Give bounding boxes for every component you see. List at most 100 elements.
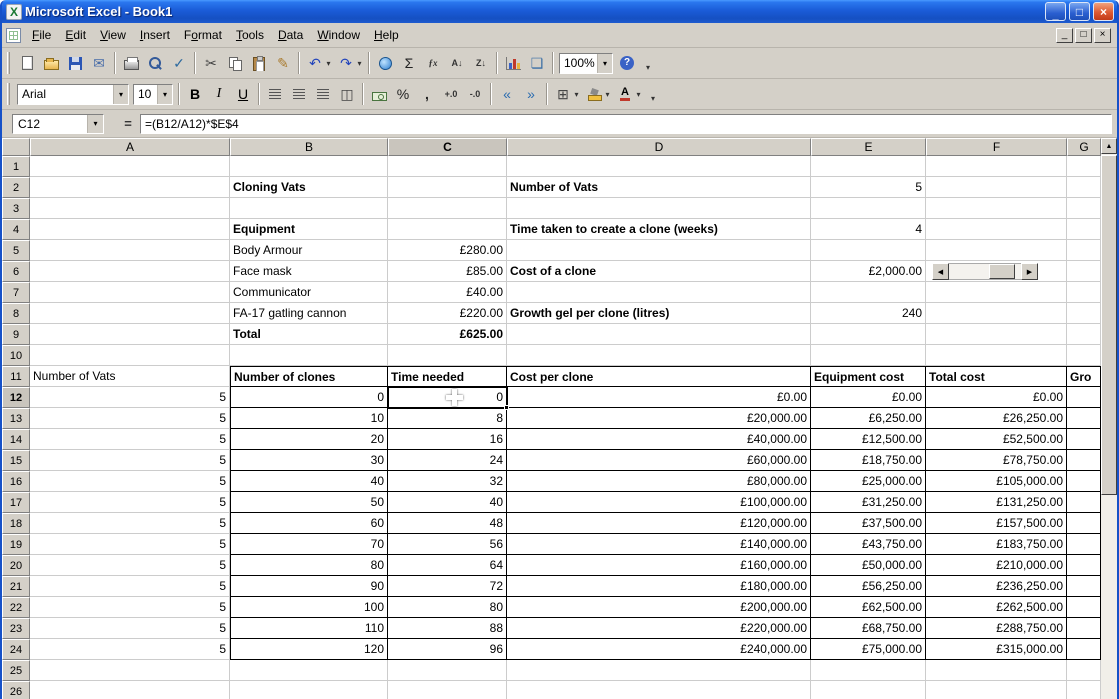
cell-B22[interactable]: 100 bbox=[230, 597, 388, 618]
cell-F4[interactable] bbox=[926, 219, 1067, 240]
cell-A17[interactable]: 5 bbox=[30, 492, 230, 513]
cell-A20[interactable]: 5 bbox=[30, 555, 230, 576]
row-header-2[interactable]: 2 bbox=[2, 177, 30, 198]
cell-E16[interactable]: £25,000.00 bbox=[811, 471, 926, 492]
cell-D17[interactable]: £100,000.00 bbox=[507, 492, 811, 513]
name-box[interactable]: C12 ▾ bbox=[12, 114, 104, 134]
maximize-button[interactable]: □ bbox=[1069, 2, 1090, 21]
cell-A24[interactable]: 5 bbox=[30, 639, 230, 660]
cell-C1[interactable] bbox=[388, 156, 507, 177]
cell-B18[interactable]: 60 bbox=[230, 513, 388, 534]
cell-B26[interactable] bbox=[230, 681, 388, 699]
cell-C2[interactable] bbox=[388, 177, 507, 198]
cell-D5[interactable] bbox=[507, 240, 811, 261]
minimize-button[interactable]: _ bbox=[1045, 2, 1066, 21]
cell-G13[interactable] bbox=[1067, 408, 1101, 429]
row-header-12[interactable]: 12 bbox=[2, 387, 30, 408]
cell-D3[interactable] bbox=[507, 198, 811, 219]
cell-B3[interactable] bbox=[230, 198, 388, 219]
row-header-18[interactable]: 18 bbox=[2, 513, 30, 534]
cell-D1[interactable] bbox=[507, 156, 811, 177]
chart-wizard-button[interactable] bbox=[501, 51, 525, 75]
cell-C5[interactable]: £280.00 bbox=[388, 240, 507, 261]
sort-ascending-button[interactable]: A↓ bbox=[445, 51, 469, 75]
print-preview-button[interactable] bbox=[143, 51, 167, 75]
font-name-combo[interactable]: Arial ▾ bbox=[17, 84, 129, 105]
cell-C12[interactable]: 0 bbox=[388, 387, 507, 408]
row-header-13[interactable]: 13 bbox=[2, 408, 30, 429]
row-header-25[interactable]: 25 bbox=[2, 660, 30, 681]
cell-C17[interactable]: 40 bbox=[388, 492, 507, 513]
row-header-3[interactable]: 3 bbox=[2, 198, 30, 219]
cell-A14[interactable]: 5 bbox=[30, 429, 230, 450]
cell-E7[interactable] bbox=[811, 282, 926, 303]
currency-style-button[interactable] bbox=[367, 82, 391, 106]
scroll-right-button[interactable]: ▶ bbox=[1021, 263, 1038, 280]
cell-G1[interactable] bbox=[1067, 156, 1101, 177]
cell-D9[interactable] bbox=[507, 324, 811, 345]
cell-F18[interactable]: £157,500.00 bbox=[926, 513, 1067, 534]
cell-F19[interactable]: £183,750.00 bbox=[926, 534, 1067, 555]
cell-A3[interactable] bbox=[30, 198, 230, 219]
spelling-button[interactable]: ✓ bbox=[167, 51, 191, 75]
menu-format[interactable]: Format bbox=[177, 24, 229, 47]
cell-D16[interactable]: £80,000.00 bbox=[507, 471, 811, 492]
drawing-button[interactable]: ❏ bbox=[525, 51, 549, 75]
cell-C14[interactable]: 16 bbox=[388, 429, 507, 450]
insert-hyperlink-button[interactable] bbox=[373, 51, 397, 75]
cell-C6[interactable]: £85.00 bbox=[388, 261, 507, 282]
cell-A15[interactable]: 5 bbox=[30, 450, 230, 471]
column-header-G[interactable]: G bbox=[1067, 138, 1101, 156]
cell-D25[interactable] bbox=[507, 660, 811, 681]
cell-E22[interactable]: £62,500.00 bbox=[811, 597, 926, 618]
cell-F25[interactable] bbox=[926, 660, 1067, 681]
cell-D11[interactable]: Cost per clone bbox=[507, 366, 811, 387]
close-button[interactable]: × bbox=[1093, 2, 1114, 21]
bold-button[interactable]: B bbox=[183, 82, 207, 106]
cell-A16[interactable]: 5 bbox=[30, 471, 230, 492]
font-size-combo[interactable]: 10 ▾ bbox=[133, 84, 173, 105]
cell-G21[interactable] bbox=[1067, 576, 1101, 597]
underline-button[interactable]: U bbox=[231, 82, 255, 106]
cell-B6[interactable]: Face mask bbox=[230, 261, 388, 282]
copy-button[interactable] bbox=[223, 51, 247, 75]
decrease-indent-button[interactable]: « bbox=[495, 82, 519, 106]
cell-B17[interactable]: 50 bbox=[230, 492, 388, 513]
cell-C11[interactable]: Time needed bbox=[388, 366, 507, 387]
cell-E2[interactable]: 5 bbox=[811, 177, 926, 198]
cell-F21[interactable]: £236,250.00 bbox=[926, 576, 1067, 597]
scroll-left-button[interactable]: ◀ bbox=[932, 263, 949, 280]
sort-descending-button[interactable]: Z↓ bbox=[469, 51, 493, 75]
borders-dropdown-arrow[interactable]: ▾ bbox=[571, 82, 582, 106]
cell-G7[interactable] bbox=[1067, 282, 1101, 303]
cell-E10[interactable] bbox=[811, 345, 926, 366]
scrollbar-track[interactable] bbox=[949, 263, 1021, 280]
cell-E24[interactable]: £75,000.00 bbox=[811, 639, 926, 660]
italic-button[interactable]: I bbox=[207, 82, 231, 106]
cell-B4[interactable]: Equipment bbox=[230, 219, 388, 240]
font-color-dropdown-arrow[interactable]: ▾ bbox=[633, 82, 644, 106]
cell-D2[interactable]: Number of Vats bbox=[507, 177, 811, 198]
cell-F10[interactable] bbox=[926, 345, 1067, 366]
cell-F20[interactable]: £210,000.00 bbox=[926, 555, 1067, 576]
cut-button[interactable]: ✂ bbox=[199, 51, 223, 75]
cell-A18[interactable]: 5 bbox=[30, 513, 230, 534]
cell-F14[interactable]: £52,500.00 bbox=[926, 429, 1067, 450]
cell-E19[interactable]: £43,750.00 bbox=[811, 534, 926, 555]
row-header-24[interactable]: 24 bbox=[2, 639, 30, 660]
cell-A11[interactable]: Number of Vats bbox=[30, 366, 230, 387]
cell-C24[interactable]: 96 bbox=[388, 639, 507, 660]
cell-E5[interactable] bbox=[811, 240, 926, 261]
cell-D21[interactable]: £180,000.00 bbox=[507, 576, 811, 597]
cell-E18[interactable]: £37,500.00 bbox=[811, 513, 926, 534]
cell-B8[interactable]: FA-17 gatling cannon bbox=[230, 303, 388, 324]
cell-B10[interactable] bbox=[230, 345, 388, 366]
row-header-5[interactable]: 5 bbox=[2, 240, 30, 261]
cell-D23[interactable]: £220,000.00 bbox=[507, 618, 811, 639]
cell-E4[interactable]: 4 bbox=[811, 219, 926, 240]
percent-style-button[interactable]: % bbox=[391, 82, 415, 106]
cell-F13[interactable]: £26,250.00 bbox=[926, 408, 1067, 429]
cell-D18[interactable]: £120,000.00 bbox=[507, 513, 811, 534]
cell-B24[interactable]: 120 bbox=[230, 639, 388, 660]
row-header-10[interactable]: 10 bbox=[2, 345, 30, 366]
